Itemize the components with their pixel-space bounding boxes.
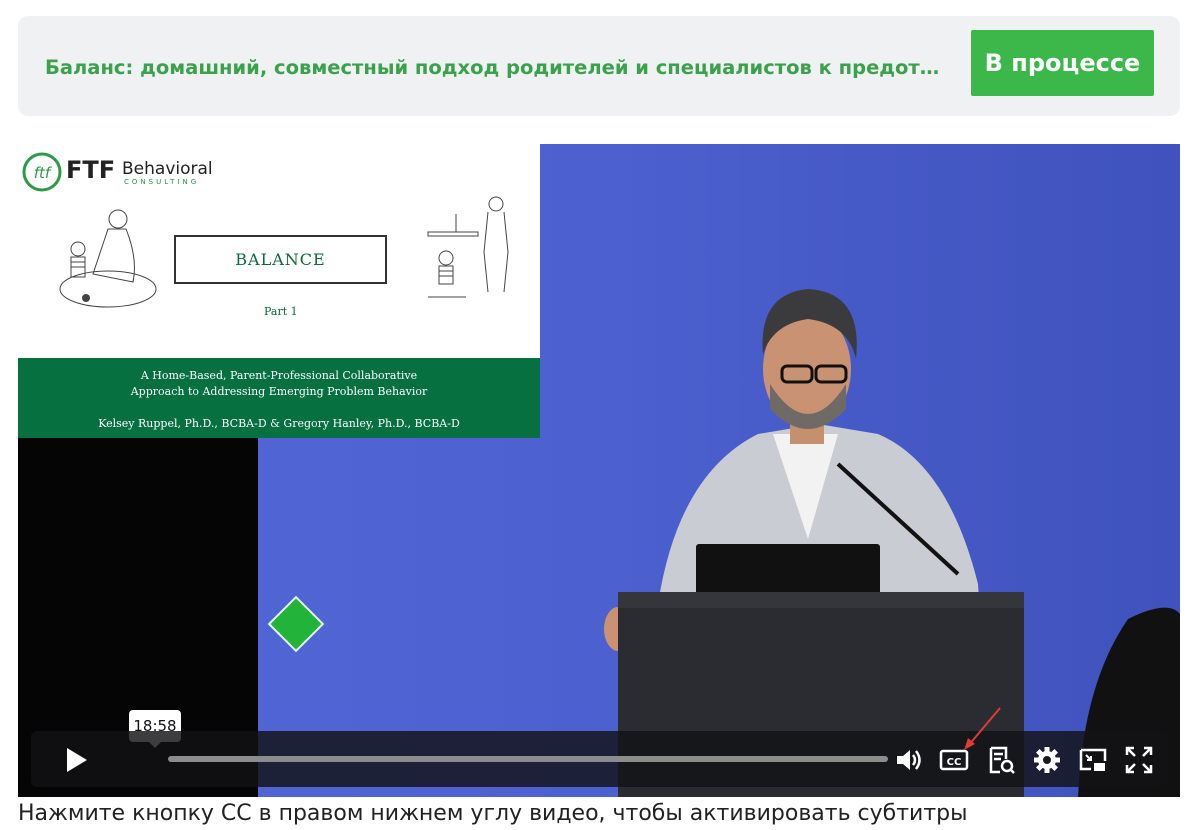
slide-subtitle-line2: Approach to Addressing Emerging Problem … [130,385,428,398]
settings-icon[interactable] [1032,745,1062,775]
red-arrow-annotation [964,707,1001,750]
play-icon[interactable] [61,745,91,775]
slide-top: ftf FTF Behavioral CONSULTING BALANCE Pa… [18,144,540,358]
course-title: Баланс: домашний, совместный подход роди… [45,56,950,79]
brand-subtitle: CONSULTING [124,178,200,186]
status-in-progress-button[interactable]: В процессе [971,30,1154,96]
slide-green-banner: A Home-Based, Parent-Professional Collab… [18,358,540,438]
fullscreen-icon[interactable] [1124,745,1154,775]
parent-child-illustration [59,209,157,308]
picture-in-picture-icon[interactable] [1078,745,1108,775]
laptop [696,544,880,596]
progress-bar[interactable] [168,756,888,762]
course-header-card: Баланс: домашний, совместный подход роди… [18,16,1180,116]
brand-name-secondary: Behavioral [122,159,213,179]
balance-title-box: BALANCE [174,235,387,284]
slide-authors: Kelsey Ruppel, Ph.D., BCBA-D & Gregory H… [98,417,460,430]
kitchen-illustration [427,196,509,298]
part-label: Part 1 [264,305,298,318]
podium-top [618,592,1024,608]
slide-subtitle-line1: A Home-Based, Parent-Professional Collab… [140,369,418,382]
svg-text:CC: CC [947,757,962,768]
captions-hint-text: Нажмите кнопку CC в правом нижнем углу в… [18,801,968,826]
ftf-logo-icon: ftf [22,152,62,192]
volume-icon[interactable] [893,745,923,775]
brand-name: FTF [66,156,116,184]
presentation-slide: ftf FTF Behavioral CONSULTING BALANCE Pa… [18,144,540,438]
video-player[interactable]: ftf FTF Behavioral CONSULTING BALANCE Pa… [18,144,1180,797]
svg-text:ftf: ftf [34,164,53,182]
